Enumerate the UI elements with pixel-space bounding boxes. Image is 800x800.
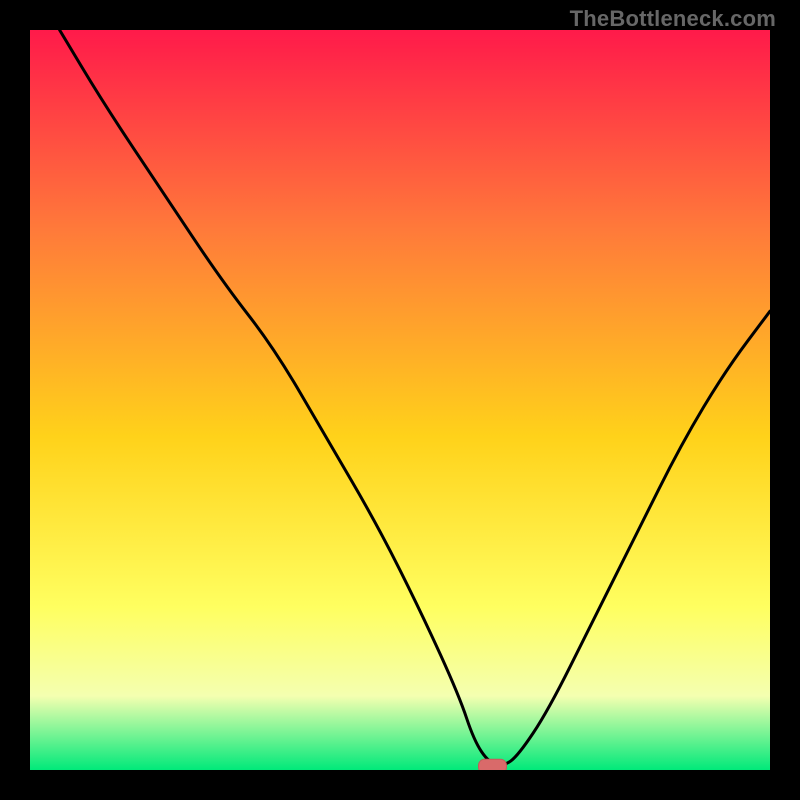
optimal-marker xyxy=(479,759,507,770)
gradient-background xyxy=(30,30,770,770)
watermark-text: TheBottleneck.com xyxy=(570,6,776,32)
chart-svg xyxy=(30,30,770,770)
plot-area xyxy=(30,30,770,770)
chart-frame: TheBottleneck.com xyxy=(0,0,800,800)
